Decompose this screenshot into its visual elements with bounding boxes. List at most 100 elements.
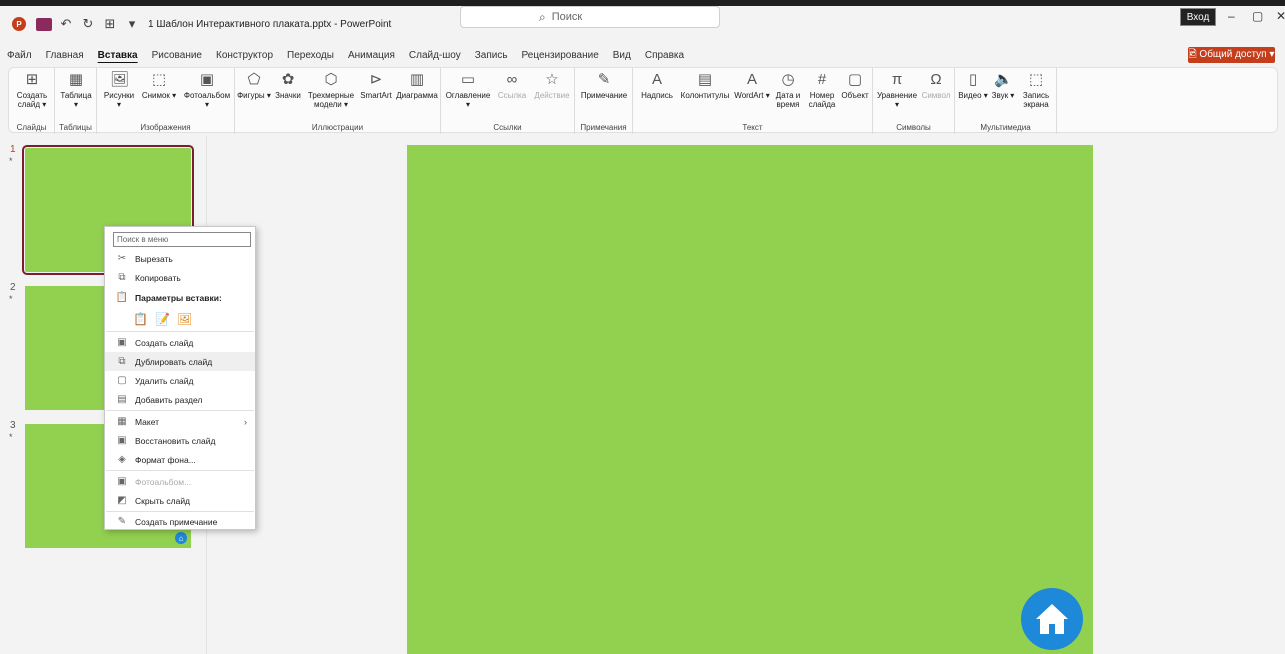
group-links: ▭ Оглавление ▾ ∞ Ссылка ☆ Действие Ссылки [441,68,575,134]
photo-album-icon: ▣ [199,71,215,88]
comment-button[interactable]: ✎ Примечание [577,72,631,101]
tab-transitions[interactable]: Переходы [280,50,341,61]
undo-icon[interactable]: ↶ [58,16,74,32]
menu-item-layout[interactable]: ▦ Макет › [105,412,255,431]
calendar-icon: ◷ [781,71,795,88]
slide-number: 2 [10,282,16,293]
tab-slideshow[interactable]: Слайд-шоу [402,50,468,61]
menu-item-delete-slide[interactable]: ▢ Удалить слайд [105,371,255,390]
new-slide-icon: ▣ [117,337,127,348]
close-icon[interactable]: ✕ [1276,9,1285,23]
sign-in-button[interactable]: Вход [1180,8,1216,26]
tab-record[interactable]: Запись [468,50,515,61]
redo-icon[interactable]: ↻ [80,16,96,32]
photo-album-button[interactable]: ▣ Фотоальбом ▾ [181,71,233,110]
tab-file[interactable]: Файл [0,50,39,61]
3d-models-button[interactable]: ⬡ Трехмерные модели ▾ [305,71,357,110]
shapes-button[interactable]: ⬠ Фигуры ▾ [237,72,271,101]
format-background-icon: ◈ [118,454,126,465]
maximize-icon[interactable]: ▢ [1252,9,1263,23]
video-icon: ▯ [968,71,978,88]
table-icon: ▦ [68,71,84,88]
menu-item-hide-slide[interactable]: ◩ Скрыть слайд [105,491,255,510]
equation-button[interactable]: π Уравнение ▾ [875,72,919,110]
chart-icon: ▥ [409,71,425,88]
start-from-beginning-icon[interactable]: ⊞ [102,16,118,32]
photo-album-icon: ▣ [117,476,127,487]
tab-animations[interactable]: Анимация [341,50,402,61]
paste-icon: 📋 [115,292,129,303]
pictures-button[interactable]: 🖼 Рисунки ▾ [101,72,137,110]
menu-item-copy[interactable]: ⧉ Копировать [105,268,255,287]
menu-item-reset-slide[interactable]: ▣ Восстановить слайд [105,431,255,450]
textbox-icon: A [651,71,662,88]
wordart-button[interactable]: A WordArt ▾ [733,72,771,101]
audio-button[interactable]: 🔈 Звук ▾ [989,71,1017,101]
menu-item-add-section[interactable]: ▤ Добавить раздел [105,390,255,409]
object-button[interactable]: ▢ Объект [839,72,871,101]
menu-item-new-comment[interactable]: ✎ Создать примечание [105,512,255,531]
screenshot-icon: ⬚ [151,71,167,88]
menu-search-input[interactable]: Поиск в меню [113,232,251,247]
menu-item-new-slide[interactable]: ▣ Создать слайд [105,333,255,352]
share-button[interactable]: 🖻 Общий доступ ▾ [1188,47,1275,63]
copy-icon: ⧉ [118,272,126,283]
symbol-button[interactable]: Ω Символ [919,71,953,101]
tab-help[interactable]: Справка [638,50,691,61]
customize-qat-icon[interactable]: ▾ [124,16,140,32]
video-button[interactable]: ▯ Видео ▾ [957,71,989,101]
paste-theme-icon[interactable]: 📋 [133,312,148,326]
chart-button[interactable]: ▥ Диаграмма [395,71,439,101]
smartart-button[interactable]: ⊳ SmartArt [357,71,395,101]
ribbon: ⊞ Создать слайд ▾ Слайды ▦ Таблица ▾ Табли… [8,67,1278,134]
cube-icon: ⬡ [324,71,338,88]
screen-recording-button[interactable]: ⬚ Запись экрана [1017,71,1055,110]
menu-item-duplicate-slide[interactable]: ⧉ Дублировать слайд [105,352,255,371]
save-icon[interactable] [36,17,52,31]
menu-item-cut[interactable]: ✂ Вырезать [105,249,255,268]
paste-picture-icon[interactable]: 🖼 [177,312,192,326]
group-tables: ▦ Таблица ▾ Таблицы [55,68,97,134]
comment-icon: ✎ [117,516,127,527]
chevron-right-icon: › [244,416,247,427]
separator [106,331,254,332]
tab-design[interactable]: Конструктор [209,50,280,61]
quick-access-toolbar: ↶ ↻ ⊞ ▾ [36,16,140,32]
menu-item-format-background[interactable]: ◈ Формат фона... [105,450,255,469]
search-box[interactable]: ⌕ Поиск [460,6,720,28]
tab-view[interactable]: Вид [606,50,638,61]
animation-star-icon: * [9,156,13,166]
icons-button[interactable]: ✿ Значки [271,72,305,101]
omega-icon: Ω [930,71,942,88]
new-slide-button[interactable]: ⊞ Создать слайд ▾ [13,72,51,110]
smartart-icon: ⊳ [369,71,383,88]
menu-item-photo-album: ▣ Фотоальбом... [105,472,255,491]
paste-keep-format-icon[interactable]: 📝 [155,312,170,326]
date-time-button[interactable]: ◷ Дата и время [771,71,805,110]
header-footer-button[interactable]: ▤ Колонтитулы [677,72,733,101]
table-button[interactable]: ▦ Таблица ▾ [59,71,93,110]
powerpoint-logo-icon: P [12,17,26,31]
duplicate-icon: ⧉ [118,356,126,367]
slide-canvas[interactable] [407,145,1093,654]
home-icon: ⌂ [175,532,187,544]
group-slides: ⊞ Создать слайд ▾ Слайды [9,68,55,134]
tab-insert[interactable]: Вставка [91,50,145,61]
group-illustrations: ⬠ Фигуры ▾ ✿ Значки ⬡ Трехмерные модели ▾ ⊳… [235,68,441,134]
speaker-icon: 🔈 [994,71,1013,88]
section-icon: ▤ [117,394,127,405]
minimize-icon[interactable]: – [1228,9,1235,23]
zoom-icon: ▭ [460,71,476,88]
group-images: 🖼 Рисунки ▾ ⬚ Снимок ▾ ▣ Фотоальбом ▾ Изобр… [97,68,235,134]
link-button[interactable]: ∞ Ссылка [493,72,531,101]
tab-review[interactable]: Рецензирование [515,50,606,61]
screenshot-button[interactable]: ⬚ Снимок ▾ [141,71,177,101]
tab-draw[interactable]: Рисование [145,50,209,61]
textbox-button[interactable]: A Надпись [637,71,677,101]
slide-number-button[interactable]: # Номер слайда [805,72,839,110]
screen-record-icon: ⬚ [1028,71,1044,88]
home-button[interactable] [1021,588,1083,650]
zoom-button[interactable]: ▭ Оглавление ▾ [443,71,493,110]
tab-home[interactable]: Главная [39,50,91,61]
action-button[interactable]: ☆ Действие [531,72,573,101]
